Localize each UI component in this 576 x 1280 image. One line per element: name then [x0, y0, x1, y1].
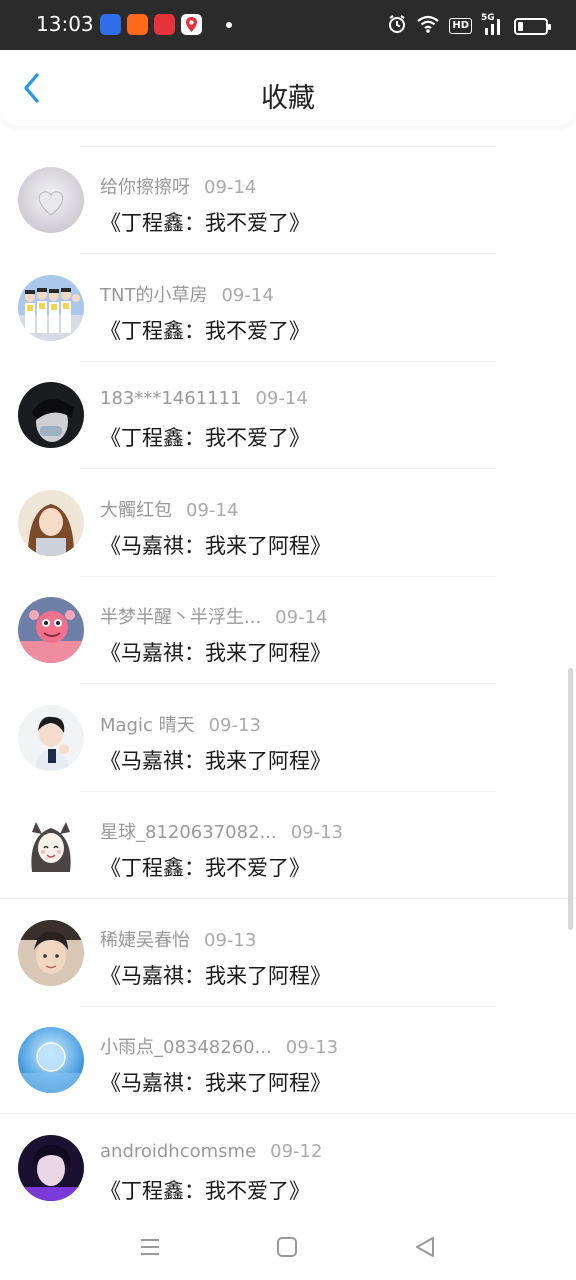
- battery-level: [518, 21, 523, 31]
- item-meta: 半梦半醒丶半浮生... 09-14: [100, 603, 327, 629]
- item-date: 09-14: [186, 499, 239, 521]
- avatar[interactable]: [18, 1134, 84, 1201]
- avatar[interactable]: [18, 274, 84, 341]
- item-date: 09-14: [204, 177, 257, 198]
- battery-icon: [514, 17, 551, 35]
- item-date: 09-14: [275, 607, 328, 628]
- home-square-icon: [277, 1237, 297, 1257]
- item-date: 09-14: [255, 388, 308, 409]
- item-title[interactable]: 《马嘉祺：我来了阿程》: [100, 530, 331, 560]
- username[interactable]: 给你擦擦呀: [100, 177, 190, 198]
- item-meta: 稀婕吴春怡 09-13: [100, 926, 256, 952]
- item-title[interactable]: 《丁程鑫：我不爱了》: [100, 315, 310, 345]
- item-title[interactable]: 《丁程鑫：我不爱了》: [100, 422, 310, 452]
- item-title[interactable]: 《马嘉祺：我来了阿程》: [100, 637, 331, 667]
- back-nav-button[interactable]: [410, 1232, 440, 1262]
- baidu-app-icon: [100, 14, 121, 35]
- item-date: 09-13: [204, 929, 257, 951]
- username[interactable]: Magic 晴天: [100, 715, 195, 736]
- home-button[interactable]: [272, 1232, 302, 1262]
- item-date: 09-13: [285, 1037, 339, 1058]
- list-item[interactable]: 稀婕吴春怡 09-13 《马嘉祺：我来了阿程》: [0, 900, 576, 1007]
- page-title: 收藏: [261, 83, 315, 114]
- item-title[interactable]: 《马嘉祺：我来了阿程》: [100, 960, 331, 990]
- menu-button[interactable]: [135, 1232, 165, 1262]
- hd-badge: HD: [449, 18, 472, 34]
- signal-icon: 5G: [481, 13, 505, 36]
- scrollbar[interactable]: [568, 668, 573, 930]
- more-notifications-dot: [226, 21, 232, 28]
- avatar[interactable]: [18, 597, 84, 663]
- map-pin-app-icon: [181, 14, 202, 35]
- username[interactable]: 大髑红包: [100, 500, 172, 521]
- avatar[interactable]: [18, 382, 84, 448]
- username[interactable]: 星球_8120637082...: [100, 822, 277, 843]
- username[interactable]: TNT的小草房: [100, 285, 207, 306]
- item-meta: 小雨点_08348260... 09-13: [100, 1033, 338, 1059]
- list-item[interactable]: 小雨点_08348260... 09-13 《马嘉祺：我来了阿程》: [0, 1007, 576, 1114]
- username[interactable]: 小雨点_08348260...: [100, 1037, 272, 1058]
- item-title[interactable]: 《丁程鑫：我不爱了》: [100, 1175, 310, 1205]
- system-icons: HD 5G: [387, 13, 551, 38]
- avatar[interactable]: [18, 167, 84, 233]
- list-item[interactable]: 给你擦擦呀 09-14 《丁程鑫：我不爱了》: [0, 147, 576, 254]
- list-item[interactable]: 大髑红包 09-14 《马嘉祺：我来了阿程》: [0, 470, 576, 577]
- item-date: 09-13: [290, 822, 343, 843]
- wifi-icon: [416, 14, 440, 38]
- notification-icons: [100, 14, 232, 35]
- item-meta: Magic 晴天 09-13: [100, 711, 261, 737]
- item-title[interactable]: 《丁程鑫：我不爱了》: [100, 207, 310, 237]
- red-app-icon: [154, 14, 175, 35]
- avatar[interactable]: [18, 812, 84, 878]
- item-title[interactable]: 《丁程鑫：我不爱了》: [100, 852, 310, 882]
- item-meta: 大髑红包 09-14: [100, 496, 238, 522]
- system-nav-bar: [0, 1210, 576, 1280]
- favorites-list[interactable]: 给你擦擦呀 09-14 《丁程鑫：我不爱了》 TNT的小草房 09-14 《丁程鑫：我不爱…: [0, 126, 576, 1210]
- item-title[interactable]: 《马嘉祺：我来了阿程》: [100, 745, 331, 775]
- list-item[interactable]: 半梦半醒丶半浮生... 09-14 《马嘉祺：我来了阿程》: [0, 577, 576, 684]
- back-triangle-icon: [416, 1237, 434, 1257]
- avatar[interactable]: [18, 489, 84, 556]
- item-date: 09-12: [270, 1140, 323, 1162]
- status-time: 13:03: [36, 12, 94, 36]
- avatar[interactable]: [18, 1027, 84, 1093]
- item-meta: 给你擦擦呀 09-14: [100, 173, 256, 199]
- item-date: 09-14: [221, 284, 274, 306]
- item-date: 09-13: [208, 714, 261, 736]
- item-meta: TNT的小草房 09-14: [100, 281, 274, 307]
- list-item[interactable]: androidhcomsme 09-12 《丁程鑫：我不爱了》: [0, 1115, 576, 1211]
- orange-app-icon: [127, 14, 148, 35]
- avatar[interactable]: [18, 704, 84, 771]
- status-bar: 13:03 HD 5G: [0, 0, 576, 50]
- item-meta: androidhcomsme 09-12: [100, 1141, 322, 1162]
- username[interactable]: androidhcomsme: [100, 1141, 256, 1162]
- item-meta: 183***1461111 09-14: [100, 388, 308, 409]
- menu-icon: [141, 1239, 159, 1255]
- username[interactable]: 183***1461111: [100, 388, 242, 409]
- list-item[interactable]: TNT的小草房 09-14 《丁程鑫：我不爱了》: [0, 255, 576, 362]
- item-meta: 星球_8120637082... 09-13: [100, 818, 343, 844]
- username[interactable]: 稀婕吴春怡: [100, 930, 190, 951]
- list-item[interactable]: 183***1461111 09-14 《丁程鑫：我不爱了》: [0, 362, 576, 469]
- username[interactable]: 半梦半醒丶半浮生...: [100, 607, 261, 628]
- header: 收藏: [0, 50, 576, 126]
- list-item[interactable]: Magic 晴天 09-13 《马嘉祺：我来了阿程》: [0, 685, 576, 792]
- item-title[interactable]: 《马嘉祺：我来了阿程》: [100, 1067, 331, 1097]
- alarm-icon: [387, 14, 407, 38]
- avatar[interactable]: [18, 919, 84, 986]
- list-item[interactable]: 星球_8120637082... 09-13 《丁程鑫：我不爱了》: [0, 792, 576, 899]
